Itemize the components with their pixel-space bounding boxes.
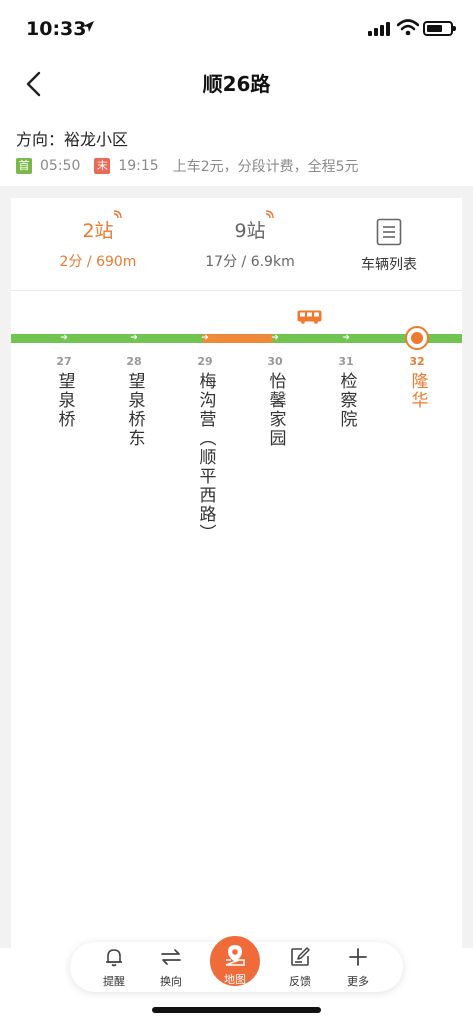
map-button[interactable]: 地图 [207,933,263,989]
location-arrow-icon [83,21,94,32]
stop-number: 30 [267,355,283,368]
bus-icon[interactable] [297,310,322,324]
stop-number: 31 [338,355,354,368]
stop-number: 29 [197,355,213,368]
direction-arrow-icon: ➜ [201,333,209,343]
second-bus-stops: 9站 [234,220,266,242]
map-pin-icon [225,945,245,966]
stop-number: 32 [409,355,425,368]
remind-label: 提醒 [103,975,125,988]
route-diagram: ➜ ➜ ➜ ➜ ➜ 27 望泉桥 28 望泉桥东 29 梅沟营（顺平西路） 30 [0,291,473,691]
route-segment-busy [203,334,273,343]
more-button[interactable]: 更多 [336,947,380,989]
first-bus-time: 05:50 [40,158,81,174]
second-bus-eta[interactable]: 9站 17分 / 6.9km [191,210,309,271]
stop-item[interactable]: 30 怡馨家园 [255,355,295,448]
list-icon [376,218,402,246]
direction-arrow-icon: ➜ [342,333,350,343]
wifi-icon [397,19,419,36]
home-indicator[interactable] [152,1007,321,1013]
stop-number: 27 [56,355,72,368]
cellular-signal-icon [368,22,390,36]
direction-arrow-icon: ➜ [130,333,138,343]
status-bar: 10:33 [0,0,473,58]
remind-button[interactable]: 提醒 [92,947,136,989]
vehicle-list-button[interactable]: 车辆列表 [349,218,429,274]
page-title: 顺26路 [202,72,271,96]
last-bus-badge: 末 [94,158,111,174]
edit-note-icon [291,947,310,966]
map-label: 地图 [224,973,246,986]
stop-name: 怡馨家园 [265,372,286,448]
nav-bar: 顺26路 [0,58,473,110]
more-label: 更多 [347,975,369,988]
next-bus-stops: 2站 [82,220,114,242]
realtime-signal-icon [113,210,122,219]
direction-arrow-icon: ➜ [60,333,68,343]
service-times: 首 05:50 末 19:15 上车2元，分段计费，全程5元 [16,156,359,176]
section-separator [0,186,473,198]
switch-direction-label: 换向 [160,975,182,988]
fare-info: 上车2元，分段计费，全程5元 [172,159,359,175]
stop-name: 隆华 [407,372,428,410]
next-bus-eta[interactable]: 2站 2分 / 690m [33,210,163,271]
direction-label: 方向：裕龙小区 [16,130,129,149]
arrival-summary: 2站 2分 / 690m 9站 17分 / 6.9km 车辆列表 [11,198,462,290]
current-stop-marker [405,326,429,350]
bottom-toolbar: 提醒 换向 地图 反馈 更多 [70,933,403,992]
swap-arrows-icon [161,949,181,965]
stop-name: 望泉桥 [54,372,75,429]
feedback-button[interactable]: 反馈 [278,947,322,989]
status-time: 10:33 [26,18,87,40]
last-bus-time: 19:15 [118,158,159,174]
battery-icon [423,21,456,36]
stop-number: 28 [126,355,142,368]
stop-name: 检察院 [336,372,357,429]
switch-direction-button[interactable]: 换向 [149,947,193,989]
direction-arrow-icon: ➜ [271,333,279,343]
feedback-label: 反馈 [289,975,311,988]
stop-item[interactable]: 28 望泉桥东 [114,355,154,448]
next-bus-detail: 2分 / 690m [59,254,137,270]
realtime-signal-icon [265,210,274,219]
stop-name: 梅沟营（顺平西路） [195,372,216,543]
stop-name: 望泉桥东 [124,372,145,448]
stop-item[interactable]: 31 检察院 [326,355,366,429]
stop-item-current[interactable]: 32 隆华 [397,355,437,410]
vehicle-list-label: 车辆列表 [361,257,417,273]
stop-item[interactable]: 29 梅沟营（顺平西路） [185,355,225,543]
second-bus-detail: 17分 / 6.9km [205,254,295,270]
bell-icon [106,949,122,967]
first-bus-badge: 首 [16,158,32,174]
bus-line-page: 10:33 顺26路 方向：裕龙小区 首 05:50 末 19:15 上车2元，… [0,0,473,1024]
plus-icon [349,948,367,966]
stop-item[interactable]: 27 望泉桥 [44,355,84,429]
